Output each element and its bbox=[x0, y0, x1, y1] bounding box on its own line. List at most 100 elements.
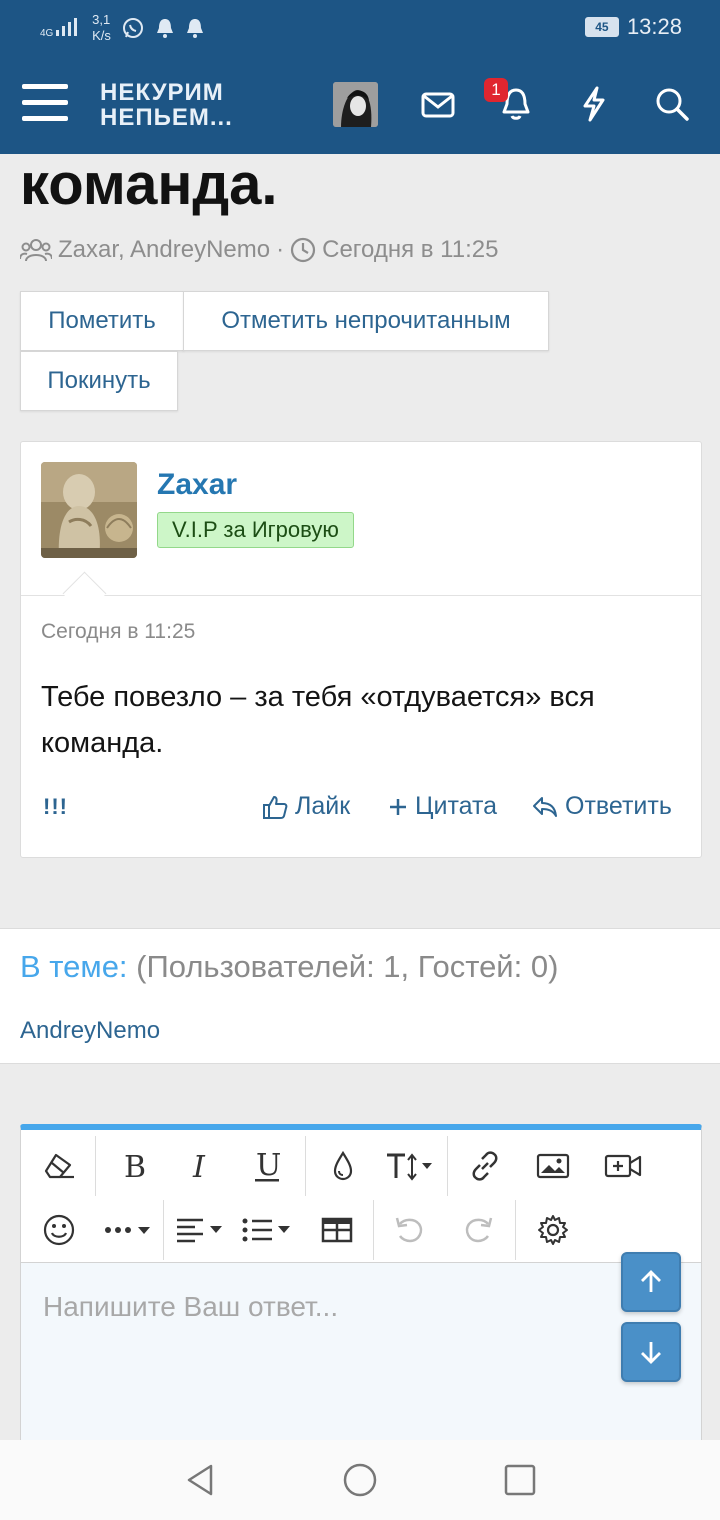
like-label: Лайк bbox=[295, 792, 351, 820]
user-banner: V.I.P за Игровую bbox=[157, 512, 354, 548]
mark-button[interactable]: Пометить bbox=[20, 291, 184, 351]
arrow-down-icon bbox=[641, 1342, 661, 1364]
post-header-arrow bbox=[62, 571, 107, 616]
app-header: 4G 3,1 K/s 45 13:28 НЕКУРИМ НЕПЬЕМ... 1 bbox=[0, 0, 720, 154]
user-avatar[interactable] bbox=[333, 82, 378, 127]
svg-text:U: U bbox=[256, 1149, 281, 1183]
menu-button[interactable] bbox=[22, 84, 68, 124]
system-navigation-bar bbox=[0, 1440, 720, 1520]
nav-home-icon[interactable] bbox=[340, 1460, 380, 1500]
post-actions: !!! Лайк Цитата Ответить bbox=[41, 792, 681, 832]
list-button[interactable] bbox=[239, 1204, 299, 1256]
speed-unit: K/s bbox=[92, 28, 111, 43]
underline-icon: U bbox=[255, 1149, 281, 1183]
remove-format-button[interactable] bbox=[33, 1140, 85, 1192]
reply-text-area[interactable]: Напишите Ваш ответ... bbox=[21, 1262, 701, 1463]
users-in-thread-label: В теме: bbox=[20, 949, 128, 984]
reply-icon bbox=[533, 796, 557, 817]
undo-button[interactable] bbox=[383, 1204, 435, 1256]
clock: 13:28 bbox=[626, 14, 682, 39]
arrow-up-icon bbox=[641, 1270, 661, 1292]
post-header-divider bbox=[21, 595, 701, 596]
site-logo[interactable]: НЕКУРИМ НЕПЬЕМ... bbox=[100, 80, 233, 130]
table-icon bbox=[321, 1217, 353, 1243]
more-options-button[interactable] bbox=[99, 1204, 161, 1256]
network-type: 4G bbox=[40, 27, 54, 39]
svg-text:B: B bbox=[124, 1151, 146, 1181]
logo-line-2: НЕПЬЕМ... bbox=[100, 104, 233, 131]
italic-button[interactable]: I bbox=[173, 1140, 225, 1192]
bold-button[interactable]: B bbox=[107, 1140, 159, 1192]
color-drop-icon bbox=[333, 1150, 353, 1181]
like-button[interactable]: Лайк bbox=[261, 792, 350, 821]
logo-line-1: НЕКУРИМ bbox=[100, 79, 224, 106]
align-left-icon bbox=[177, 1218, 222, 1243]
thumbs-up-icon bbox=[263, 795, 288, 819]
meta-separator: · bbox=[276, 236, 285, 263]
scroll-bottom-button[interactable] bbox=[621, 1322, 681, 1382]
status-bar: 4G 3,1 K/s 45 13:28 bbox=[0, 0, 720, 56]
online-user-link[interactable]: AndreyNemo bbox=[20, 1017, 160, 1045]
insert-image-button[interactable] bbox=[527, 1140, 579, 1192]
clock-icon bbox=[291, 237, 316, 263]
mark-unread-button[interactable]: Отметить непрочитанным bbox=[183, 291, 549, 351]
reply-button[interactable]: Ответить bbox=[531, 792, 672, 821]
quote-button[interactable]: Цитата bbox=[387, 792, 497, 821]
scroll-top-button[interactable] bbox=[621, 1252, 681, 1312]
more-dots-icon bbox=[105, 1227, 150, 1234]
list-icon bbox=[242, 1218, 290, 1242]
users-in-thread-counts: (Пользователей: 1, Гостей: 0) bbox=[136, 949, 559, 984]
insert-media-button[interactable] bbox=[597, 1140, 649, 1192]
bold-icon: B bbox=[124, 1151, 146, 1181]
smile-icon bbox=[43, 1214, 75, 1246]
report-button[interactable]: !!! bbox=[43, 794, 68, 820]
gear-icon bbox=[538, 1215, 568, 1245]
signal-icon bbox=[56, 17, 78, 36]
message-post: Zaxar V.I.P за Игровую Сегодня в 11:25 Т… bbox=[20, 441, 702, 858]
video-icon bbox=[604, 1154, 642, 1178]
redo-icon bbox=[465, 1217, 493, 1243]
insert-table-button[interactable] bbox=[311, 1204, 363, 1256]
speed-value: 3,1 bbox=[92, 12, 111, 27]
nav-recents-icon[interactable] bbox=[500, 1460, 540, 1500]
conversations-icon[interactable] bbox=[418, 84, 458, 124]
editor-settings-button[interactable] bbox=[527, 1204, 579, 1256]
users-in-thread-title: В теме: (Пользователей: 1, Гостей: 0) bbox=[20, 949, 558, 985]
align-button[interactable] bbox=[173, 1204, 231, 1256]
thread-meta: Zaxar, AndreyNemo · Сегодня в 11:25 bbox=[20, 236, 498, 264]
link-icon bbox=[472, 1151, 498, 1181]
reply-placeholder: Напишите Ваш ответ... bbox=[43, 1291, 339, 1322]
whatsapp-icon bbox=[122, 18, 143, 38]
reply-editor: B I U Напишите Ваш ответ... bbox=[20, 1124, 702, 1463]
thread-participants[interactable]: Zaxar, AndreyNemo bbox=[58, 236, 270, 264]
insert-link-button[interactable] bbox=[459, 1140, 511, 1192]
whats-new-lightning-icon[interactable] bbox=[574, 84, 614, 124]
participants-icon bbox=[20, 239, 52, 262]
quote-label: Цитата bbox=[415, 792, 498, 820]
post-author-avatar[interactable] bbox=[41, 462, 137, 558]
text-color-button[interactable] bbox=[317, 1140, 369, 1192]
font-size-button[interactable] bbox=[383, 1140, 441, 1192]
notification-bell-icon bbox=[156, 19, 173, 38]
search-icon[interactable] bbox=[652, 84, 692, 124]
users-in-thread-block: В теме: (Пользователей: 1, Гостей: 0) An… bbox=[0, 928, 720, 1064]
network-speed: 3,1 K/s bbox=[92, 12, 111, 44]
leave-button[interactable]: Покинуть bbox=[20, 351, 178, 411]
network-indicator: 4G bbox=[40, 17, 82, 39]
battery-indicator: 45 bbox=[584, 17, 619, 37]
underline-button[interactable]: U bbox=[241, 1140, 293, 1192]
italic-icon: I bbox=[192, 1151, 206, 1181]
notification-bell-icon-2 bbox=[186, 19, 203, 38]
insert-smilie-button[interactable] bbox=[33, 1204, 85, 1256]
eraser-icon bbox=[44, 1153, 74, 1179]
redo-button[interactable] bbox=[453, 1204, 505, 1256]
nav-back-icon[interactable] bbox=[180, 1460, 220, 1500]
post-author-name[interactable]: Zaxar bbox=[157, 468, 237, 502]
thread-date[interactable]: Сегодня в 11:25 bbox=[322, 236, 498, 264]
post-date[interactable]: Сегодня в 11:25 bbox=[41, 620, 195, 644]
undo-icon bbox=[395, 1217, 423, 1243]
alerts-count-badge: 1 bbox=[484, 78, 508, 102]
image-icon bbox=[536, 1153, 570, 1179]
plus-icon bbox=[390, 798, 406, 815]
svg-text:I: I bbox=[192, 1151, 206, 1181]
